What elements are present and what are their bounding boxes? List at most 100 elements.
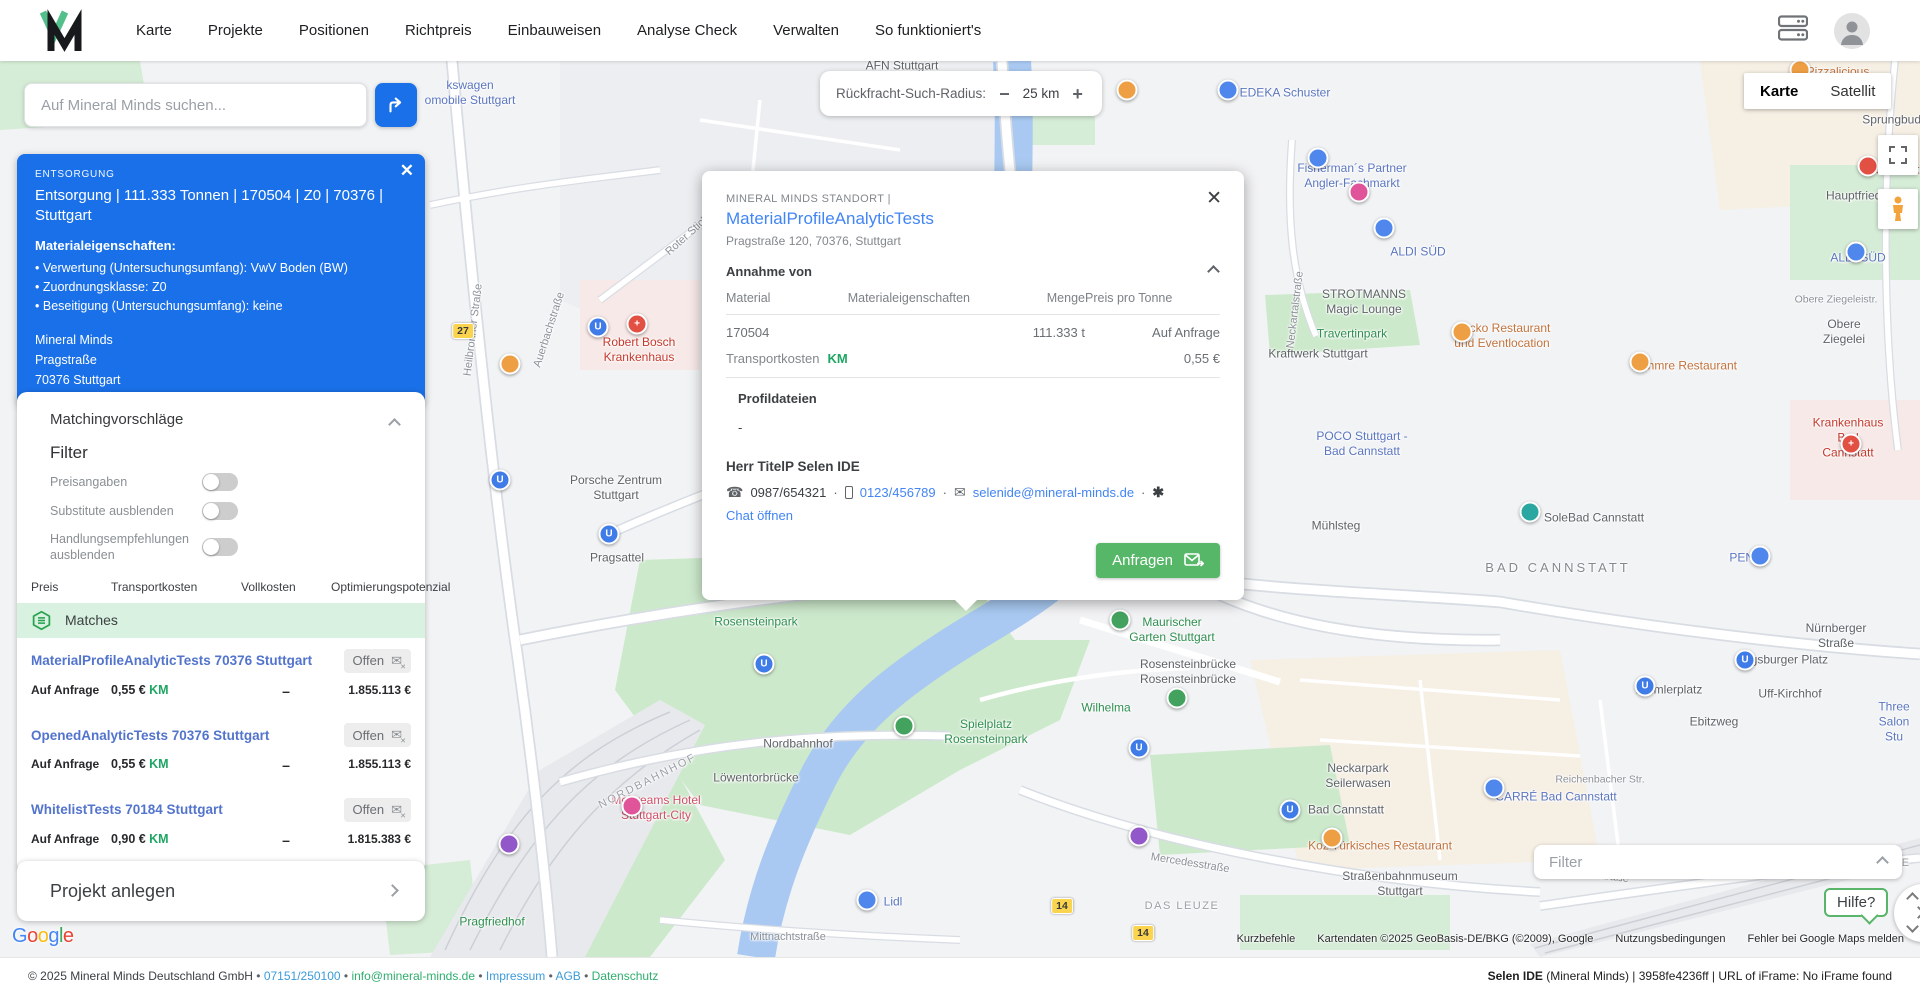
anfragen-button[interactable]: Anfragen bbox=[1096, 543, 1220, 578]
collapse-chevron-icon[interactable] bbox=[1207, 265, 1220, 278]
poi-glyph: U bbox=[594, 321, 602, 332]
poi-marker[interactable] bbox=[856, 889, 878, 911]
server-rack-icon[interactable] bbox=[1777, 15, 1809, 46]
poi-marker[interactable]: U bbox=[598, 523, 620, 545]
poi-marker[interactable]: U bbox=[753, 653, 775, 675]
transport-price: 0,55 € bbox=[1183, 351, 1220, 366]
poi-marker[interactable] bbox=[1451, 321, 1473, 343]
user-avatar[interactable] bbox=[1834, 12, 1870, 49]
match-link[interactable]: MaterialProfileAnalyticTests 70376 Stutt… bbox=[31, 653, 312, 668]
fullscreen-button[interactable] bbox=[1878, 135, 1918, 175]
poi-marker[interactable]: U bbox=[1734, 649, 1756, 671]
radius-increase-button[interactable]: + bbox=[1072, 85, 1083, 103]
match-status-button[interactable]: Offen ✉ ✕ bbox=[343, 797, 411, 822]
attribution-link[interactable]: Kurzbefehle bbox=[1237, 933, 1296, 945]
poi-marker[interactable]: + bbox=[1840, 433, 1862, 455]
poi-marker[interactable]: U bbox=[1128, 737, 1150, 759]
map-type-karte[interactable]: Karte bbox=[1744, 73, 1814, 109]
map-type-satellit[interactable]: Satellit bbox=[1814, 73, 1891, 109]
poi-marker[interactable] bbox=[1348, 181, 1370, 203]
mobile-number-link[interactable]: 0123/456789 bbox=[860, 485, 936, 500]
poi-marker[interactable] bbox=[1321, 827, 1343, 849]
email-link[interactable]: selenide@mineral-minds.de bbox=[973, 485, 1134, 500]
column-header: Optimierungspotenzial bbox=[331, 579, 451, 594]
map-filter-bar[interactable]: Filter bbox=[1534, 845, 1902, 879]
main-menu: Karte Projekte Positionen Richtpreis Einbauw… bbox=[136, 22, 981, 39]
toggle-switch[interactable] bbox=[202, 538, 238, 557]
nav-item[interactable]: Richtpreis bbox=[405, 22, 472, 39]
chevron-up-icon bbox=[1876, 855, 1889, 869]
poi-marker[interactable] bbox=[1116, 79, 1138, 101]
poi-marker[interactable] bbox=[1857, 155, 1879, 177]
nav-item[interactable]: Verwalten bbox=[773, 22, 839, 39]
nav-item[interactable]: So funktioniert's bbox=[875, 22, 981, 39]
toggle-switch[interactable] bbox=[202, 502, 238, 520]
nav-item[interactable]: Karte bbox=[136, 22, 172, 39]
poi-marker[interactable] bbox=[1629, 351, 1651, 373]
footer-link[interactable]: © 2025 Mineral Minds Deutschland GmbH bbox=[28, 969, 253, 983]
help-button[interactable]: Hilfe? bbox=[1824, 888, 1889, 917]
poi-glyph: U bbox=[760, 658, 768, 669]
popup-title-link[interactable]: MaterialProfileAnalyticTests bbox=[726, 209, 1220, 229]
poi-marker[interactable] bbox=[1307, 147, 1329, 169]
match-link[interactable]: OpenedAnalyticTests 70376 Stuttgart bbox=[31, 728, 269, 743]
footer-link[interactable]: 07151/250100 bbox=[253, 969, 341, 983]
top-navigation: Karte Projekte Positionen Richtpreis Einbauw… bbox=[0, 0, 1920, 61]
footer-link[interactable]: AGB bbox=[545, 969, 580, 983]
poi-marker[interactable]: + bbox=[626, 313, 648, 335]
radius-decrease-button[interactable]: − bbox=[999, 85, 1010, 103]
poi-marker[interactable] bbox=[498, 833, 520, 855]
popup-column-header: Material bbox=[726, 291, 771, 305]
status-label: Offen bbox=[352, 653, 385, 668]
poi-marker[interactable]: U bbox=[1634, 675, 1656, 697]
poi-marker[interactable] bbox=[1373, 217, 1395, 239]
matches-list: MaterialProfileAnalyticTests 70376 Stutt… bbox=[17, 638, 425, 862]
poi-marker[interactable]: U bbox=[1279, 799, 1301, 821]
status-label: Offen bbox=[352, 727, 385, 743]
poi-marker[interactable] bbox=[1483, 777, 1505, 799]
attribution-link[interactable]: Nutzungsbedingungen bbox=[1615, 933, 1725, 945]
footer-link[interactable]: Datenschutz bbox=[581, 969, 659, 983]
poi-marker[interactable] bbox=[1845, 241, 1867, 263]
footer-link[interactable]: Impressum bbox=[475, 969, 545, 983]
match-status-button[interactable]: Offen ✉ ✕ bbox=[343, 648, 411, 673]
nav-item[interactable]: Einbauweisen bbox=[508, 22, 601, 39]
poi-marker[interactable] bbox=[1128, 825, 1150, 847]
nav-item[interactable]: Analyse Check bbox=[637, 22, 737, 39]
files-value: - bbox=[738, 420, 743, 435]
matches-section-header: Matches bbox=[17, 602, 425, 638]
poi-marker[interactable] bbox=[1217, 79, 1239, 101]
poi-marker[interactable] bbox=[1109, 609, 1131, 631]
poi-marker[interactable] bbox=[1166, 687, 1188, 709]
popup-section-heading: Annahme von bbox=[726, 264, 1220, 279]
pegman-button[interactable] bbox=[1878, 189, 1918, 229]
chat-link[interactable]: Chat öffnen bbox=[726, 508, 793, 523]
poi-marker[interactable] bbox=[621, 795, 643, 817]
match-link[interactable]: WhitelistTests 70184 Stuttgart bbox=[31, 802, 223, 817]
mineral-minds-logo-icon[interactable] bbox=[38, 8, 84, 53]
nav-item[interactable]: Positionen bbox=[299, 22, 369, 39]
contact-row: ☎ 0987/654321 · 0123/456789 · ✉ selenide… bbox=[726, 484, 1165, 523]
card-bullets: Verwertung (Untersuchungsumfang): VwV Bo… bbox=[35, 259, 407, 317]
attribution-link[interactable]: Kartendaten ©2025 GeoBasis-DE/BKG (©2009… bbox=[1317, 933, 1593, 945]
footer-link[interactable]: info@mineral-minds.de bbox=[341, 969, 475, 983]
create-project-button[interactable]: Projekt anlegen bbox=[17, 861, 425, 921]
match-status-button[interactable]: Offen ✉ ✕ bbox=[343, 723, 411, 747]
popup-table-headers: Material Materialeigenschaften Menge Preis … bbox=[726, 291, 1220, 315]
poi-marker[interactable] bbox=[893, 715, 915, 737]
card-title: Entsorgung | 111.333 Tonnen | 170504 | Z… bbox=[35, 187, 384, 225]
poi-glyph: U bbox=[1641, 680, 1649, 691]
attribution-link[interactable]: Fehler bei Google Maps melden bbox=[1747, 933, 1904, 945]
nav-item[interactable]: Projekte bbox=[208, 22, 263, 39]
toggle-switch[interactable] bbox=[202, 473, 238, 491]
material-amount: 111.333 t bbox=[1032, 325, 1085, 340]
poi-marker[interactable] bbox=[1519, 501, 1541, 523]
poi-marker[interactable]: U bbox=[587, 316, 609, 338]
poi-marker[interactable] bbox=[1749, 545, 1771, 567]
poi-marker[interactable]: U bbox=[489, 469, 511, 491]
close-icon[interactable]: ✕ bbox=[1206, 187, 1222, 210]
directions-button[interactable] bbox=[375, 83, 417, 127]
poi-marker[interactable] bbox=[499, 353, 521, 375]
search-input[interactable] bbox=[24, 83, 367, 127]
radius-value: 25 km bbox=[1022, 86, 1060, 101]
